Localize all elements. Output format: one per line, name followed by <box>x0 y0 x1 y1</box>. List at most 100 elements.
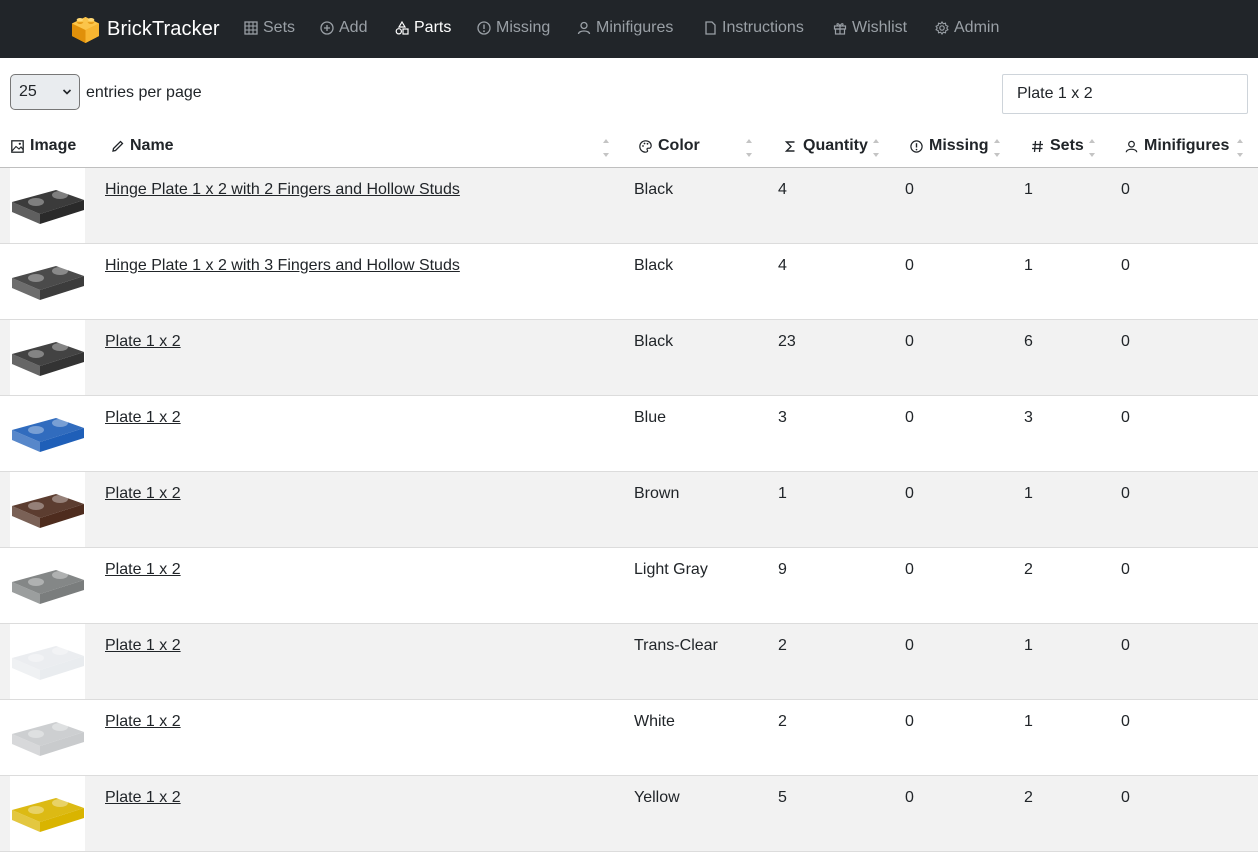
search-input[interactable] <box>1002 74 1248 114</box>
nav-missing-label: Missing <box>496 19 551 36</box>
part-image <box>10 396 85 471</box>
cell-sets: 1 <box>1024 485 1033 502</box>
pencil-icon <box>112 140 124 152</box>
user-icon <box>577 21 591 35</box>
plate-brick-icon <box>12 190 84 224</box>
nav-parts[interactable]: Parts <box>395 19 451 37</box>
grid-icon <box>244 21 258 35</box>
cell-quantity: 4 <box>778 257 787 274</box>
column-header-color-label: Color <box>658 137 700 154</box>
part-image <box>10 776 85 851</box>
table-row: Plate 1 x 2 Trans-Clear 2 0 1 0 <box>0 624 1258 700</box>
nav-missing[interactable]: Missing <box>477 19 550 37</box>
plate-brick-icon <box>12 266 84 300</box>
chevron-down-icon <box>62 89 72 95</box>
plate-brick-icon <box>12 494 84 528</box>
column-header-missing[interactable]: Missing <box>910 137 989 155</box>
cell-sets: 1 <box>1024 181 1033 198</box>
cell-missing: 0 <box>905 637 914 654</box>
part-name-link[interactable]: Plate 1 x 2 <box>105 637 181 655</box>
table-row: Plate 1 x 2 Blue 3 0 3 0 <box>0 396 1258 472</box>
cell-sets: 2 <box>1024 789 1033 806</box>
plate-brick-icon <box>12 798 84 832</box>
part-image <box>10 548 85 623</box>
cell-quantity: 9 <box>778 561 787 578</box>
sort-arrows-icon[interactable] <box>744 135 754 161</box>
table-row: Hinge Plate 1 x 2 with 3 Fingers and Hol… <box>0 244 1258 320</box>
part-name-link[interactable]: Plate 1 x 2 <box>105 561 181 579</box>
cell-missing: 0 <box>905 561 914 578</box>
part-image <box>10 624 85 699</box>
cell-missing: 0 <box>905 333 914 350</box>
sort-arrows-icon[interactable] <box>992 135 1002 161</box>
nav-admin[interactable]: Admin <box>935 19 999 37</box>
user-icon <box>1125 140 1138 152</box>
column-header-name-label: Name <box>130 137 174 154</box>
part-name-link[interactable]: Hinge Plate 1 x 2 with 2 Fingers and Hol… <box>105 181 460 199</box>
cell-minifigures: 0 <box>1121 561 1130 578</box>
sort-arrows-icon[interactable] <box>1235 135 1245 161</box>
brand-link[interactable]: BrickTracker <box>70 14 220 45</box>
cell-color: Black <box>634 181 674 198</box>
part-name-link[interactable]: Hinge Plate 1 x 2 with 3 Fingers and Hol… <box>105 257 460 275</box>
nav-admin-label: Admin <box>954 19 1000 36</box>
cell-sets: 1 <box>1024 257 1033 274</box>
settings-icon <box>935 21 949 35</box>
column-header-quantity[interactable]: Quantity <box>784 137 868 155</box>
part-name-link[interactable]: Plate 1 x 2 <box>105 333 181 351</box>
sort-arrows-icon[interactable] <box>601 135 611 161</box>
brick-logo-icon <box>72 17 99 43</box>
sigma-icon <box>784 140 795 152</box>
cell-color: Blue <box>634 409 667 426</box>
column-header-minifigures[interactable]: Minifigures <box>1125 137 1229 155</box>
part-image <box>10 472 85 547</box>
nav-minifigures-label: Minifigures <box>596 19 674 36</box>
table-row: Plate 1 x 2 Light Gray 9 0 2 0 <box>0 548 1258 624</box>
cell-sets: 1 <box>1024 637 1033 654</box>
column-header-name[interactable]: Name <box>111 137 174 155</box>
column-header-minifigures-label: Minifigures <box>1144 137 1230 154</box>
per-page-value: 25 <box>19 83 37 100</box>
column-header-quantity-label: Quantity <box>803 137 868 154</box>
cell-quantity: 2 <box>778 637 787 654</box>
part-image <box>10 244 85 319</box>
cell-missing: 0 <box>905 257 914 274</box>
nav-add[interactable]: Add <box>320 19 367 37</box>
nav-wishlist[interactable]: Wishlist <box>833 19 907 37</box>
per-page-select[interactable]: 25 <box>10 74 80 110</box>
plate-brick-icon <box>12 570 84 604</box>
part-name-link[interactable]: Plate 1 x 2 <box>105 485 181 503</box>
sort-arrows-icon[interactable] <box>871 135 881 161</box>
nav-instructions[interactable]: Instructions <box>703 19 804 37</box>
cell-quantity: 23 <box>778 333 796 350</box>
per-page-label: entries per page <box>86 84 202 101</box>
cell-color: White <box>634 713 675 730</box>
cell-sets: 2 <box>1024 561 1033 578</box>
shapes-icon <box>395 21 409 35</box>
nav-sets-label: Sets <box>263 19 296 36</box>
part-name-link[interactable]: Plate 1 x 2 <box>105 789 181 807</box>
nav-sets[interactable]: Sets <box>244 19 295 37</box>
plate-brick-icon <box>12 646 84 680</box>
column-header-image[interactable]: Image <box>11 137 76 155</box>
table-row: Plate 1 x 2 Black 23 0 6 0 <box>0 320 1258 396</box>
part-name-link[interactable]: Plate 1 x 2 <box>105 409 181 427</box>
cell-minifigures: 0 <box>1121 333 1130 350</box>
sort-arrows-icon[interactable] <box>1087 135 1097 161</box>
nav-minifigures[interactable]: Minifigures <box>577 19 673 37</box>
plus-circle-icon <box>320 21 334 35</box>
part-name-link[interactable]: Plate 1 x 2 <box>105 713 181 731</box>
column-header-sets[interactable]: Sets <box>1031 137 1084 155</box>
cell-minifigures: 0 <box>1121 637 1130 654</box>
cell-sets: 1 <box>1024 713 1033 730</box>
column-header-sets-label: Sets <box>1050 137 1084 154</box>
cell-color: Brown <box>634 485 680 502</box>
cell-quantity: 2 <box>778 713 787 730</box>
cell-missing: 0 <box>905 713 914 730</box>
part-image <box>10 700 85 775</box>
cell-sets: 3 <box>1024 409 1033 426</box>
plate-brick-icon <box>12 722 84 756</box>
hash-icon <box>1032 140 1043 152</box>
palette-icon <box>639 139 652 153</box>
column-header-color[interactable]: Color <box>639 137 700 155</box>
